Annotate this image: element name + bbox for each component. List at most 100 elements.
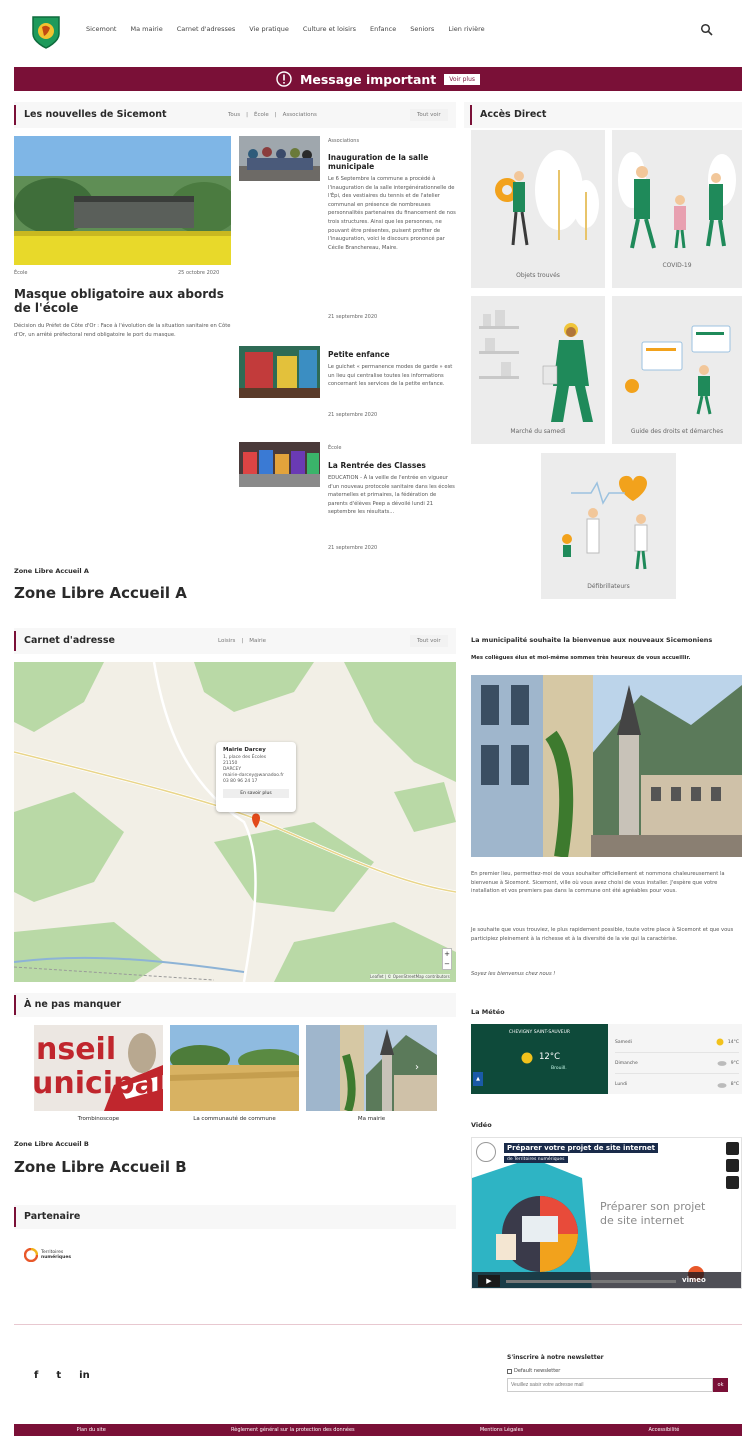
zone-a-title: Zone Libre Accueil A	[14, 584, 187, 602]
partner-logo[interactable]: Territoires numériques	[24, 1248, 71, 1262]
nav-item-vie-pratique[interactable]: Vie pratique	[249, 25, 289, 33]
share-icon[interactable]	[726, 1176, 739, 1189]
partner-title: Partenaire	[14, 1207, 80, 1227]
address-filter-mairie[interactable]: Mairie	[249, 638, 266, 644]
video-player[interactable]: Préparer votre projet de site internet d…	[471, 1137, 742, 1289]
tile-defibrillators[interactable]: Défibrillateurs	[541, 453, 676, 599]
tile-market[interactable]: Marché du samedi	[471, 296, 605, 444]
nav-item-enfance[interactable]: Enfance	[370, 25, 396, 33]
featured-news-image[interactable]	[14, 136, 231, 265]
social-links: f t in	[34, 1370, 90, 1381]
article-image[interactable]	[239, 136, 320, 181]
popup-address: 1, place des Écoles 21150 DARCEY mairie-…	[223, 755, 284, 784]
weather-widget: CHEVIGNY SAINT-SAUVEUR 12°C Brouill. ▲ S…	[471, 1024, 742, 1094]
zone-a-label: Zone Libre Accueil A	[14, 567, 89, 575]
cloud-icon	[717, 1082, 727, 1088]
carousel-item-trombinoscope[interactable]: nseil unicipal	[34, 1025, 163, 1111]
linkedin-icon[interactable]: in	[79, 1370, 90, 1381]
main-nav: Sicemont Ma mairie Carnet d'adresses Vie…	[86, 25, 485, 33]
tile-lost-objects[interactable]: Objets trouvés	[471, 130, 605, 288]
video-heading[interactable]: Préparer votre projet de site internet	[504, 1143, 659, 1153]
footer-divider	[14, 1324, 742, 1325]
alert-see-more-button[interactable]: Voir plus	[444, 73, 481, 85]
address-map[interactable]: Mairie Darcey 1, place des Écoles 21150 …	[14, 662, 456, 982]
welcome-paragraph-2: Je souhaite que vous trouviez, le plus r…	[471, 927, 734, 942]
search-icon[interactable]	[700, 22, 714, 36]
featured-summary: Décision du Préfet de Côte d'Or : Face à…	[14, 323, 231, 338]
carousel-item-mairie[interactable]: ›	[306, 1025, 437, 1111]
carousel-label: Trombinoscope	[77, 1116, 120, 1122]
dont-miss-title: À ne pas manquer	[14, 995, 121, 1015]
nav-item-sicemont[interactable]: Sicemont	[86, 25, 116, 33]
carousel-next-arrow[interactable]: ›	[410, 1061, 424, 1075]
weather-forecast: Samedi 14°C Dimanche 9°C Lundi 8°C	[615, 1032, 739, 1095]
popup-name: Mairie Darcey	[223, 747, 266, 753]
sun-icon	[521, 1052, 533, 1064]
newsletter-email-input[interactable]	[507, 1378, 713, 1392]
carousel-item-community[interactable]	[170, 1025, 299, 1111]
partner-logo-line-2: numériques	[41, 1255, 72, 1260]
welcome-paragraph-1: En premier lieu, permettez-moi de vous s…	[471, 871, 725, 895]
footer-link-rgpd[interactable]: Règlement général sur la protection des …	[231, 1427, 355, 1433]
newsletter-title: S'inscrire à notre newsletter	[507, 1354, 604, 1361]
address-filters: Loisirs | Mairie	[218, 638, 267, 644]
video-subheading[interactable]: de Territoires numériques	[504, 1156, 568, 1163]
alert-icon	[276, 71, 292, 87]
tile-rights-guide[interactable]: Guide des droits et démarches	[612, 296, 742, 444]
newsletter-submit-button[interactable]: ok	[713, 1378, 728, 1392]
map-zoom-controls[interactable]: + −	[442, 948, 452, 970]
nav-item-culture[interactable]: Culture et loisirs	[303, 25, 356, 33]
article-body: Le 6 Septembre la commune a procédé à l'…	[328, 176, 456, 251]
nav-item-lien[interactable]: Lien rivière	[448, 25, 484, 33]
newsletter-checkbox[interactable]: Default newsletter	[507, 1368, 560, 1374]
footer-link-legal[interactable]: Mentions Légales	[480, 1427, 523, 1433]
defibrillators-illustration	[562, 475, 648, 570]
channel-avatar[interactable]	[476, 1142, 496, 1162]
popup-more-button[interactable]: En savoir plus	[223, 789, 289, 798]
vimeo-logo[interactable]: vimeo	[682, 1276, 706, 1284]
rights-guide-illustration	[625, 325, 731, 415]
video-controls: ▶ vimeo	[472, 1272, 741, 1288]
news-filter-associations[interactable]: Associations	[283, 112, 317, 118]
nav-item-carnet[interactable]: Carnet d'adresses	[177, 25, 236, 33]
forecast-row: Dimanche 9°C	[615, 1053, 739, 1074]
checkbox-box[interactable]	[507, 1368, 512, 1374]
news-see-all-button[interactable]: Tout voir	[410, 109, 448, 121]
news-filter-all[interactable]: Tous	[228, 112, 240, 118]
facebook-icon[interactable]: f	[34, 1370, 38, 1381]
weather-provider-icon: ▲	[473, 1072, 483, 1086]
market-illustration	[479, 310, 593, 422]
address-filter-loisirs[interactable]: Loisirs	[218, 638, 235, 644]
zone-b-label: Zone Libre Accueil B	[14, 1140, 89, 1148]
banner-text-1: nseil	[36, 1032, 116, 1067]
nav-item-ma-mairie[interactable]: Ma mairie	[130, 25, 162, 33]
article-title[interactable]: La Rentrée des Classes	[328, 461, 456, 470]
tile-label: Guide des droits et démarches	[630, 428, 724, 435]
tile-covid[interactable]: COVID-19	[612, 130, 742, 288]
weather-city: CHEVIGNY SAINT-SAUVEUR	[508, 1030, 571, 1035]
featured-category: École	[14, 270, 28, 276]
clock-icon[interactable]	[726, 1159, 739, 1172]
footer-link-accessibility[interactable]: Accessibilité	[648, 1427, 679, 1433]
heart-icon[interactable]	[726, 1142, 739, 1155]
article-title[interactable]: Petite enfance	[328, 350, 456, 359]
featured-title[interactable]: Masque obligatoire aux abords de l'école	[14, 287, 234, 315]
covid-illustration	[618, 152, 736, 249]
tile-label: Objets trouvés	[516, 272, 560, 279]
important-message-banner: Message important Voir plus	[14, 67, 742, 91]
address-see-all-button[interactable]: Tout voir	[410, 635, 448, 647]
weather-cond: Brouill.	[551, 1066, 567, 1071]
footer-link-sitemap[interactable]: Plan du site	[77, 1427, 106, 1433]
twitter-icon[interactable]: t	[56, 1370, 61, 1381]
article-title[interactable]: Inauguration de la salle municipale	[328, 153, 456, 171]
article-image[interactable]	[239, 346, 320, 398]
article-image[interactable]	[239, 442, 320, 487]
news-filter-school[interactable]: École	[254, 112, 269, 118]
video-progress-bar[interactable]	[506, 1280, 676, 1283]
article-date: 21 septembre 2020	[328, 314, 378, 320]
site-logo[interactable]	[30, 14, 62, 50]
nav-item-seniors[interactable]: Seniors	[410, 25, 434, 33]
welcome-paragraph-3: Soyez les bienvenus chez nous !	[471, 971, 556, 977]
play-icon[interactable]: ▶	[478, 1275, 500, 1287]
welcome-subtitle: Mes collègues élus et moi-même sommes tr…	[471, 655, 691, 661]
